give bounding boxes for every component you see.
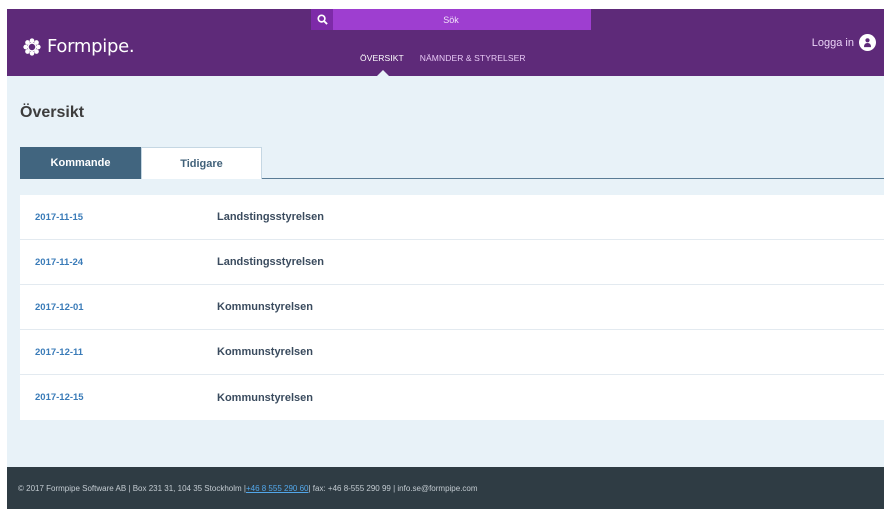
meeting-date-link[interactable]: 2017-11-24: [35, 257, 83, 268]
list-item[interactable]: 2017-11-15 Landstingsstyrelsen: [20, 195, 884, 240]
site-header: Formpipe. Sök ÖVERSIKT NÄMNDER & STYRELS…: [7, 9, 884, 76]
formpipe-logo-icon: [23, 37, 41, 56]
nav-item-namnder-styrelser[interactable]: NÄMNDER & STYRELSER: [420, 53, 526, 63]
brand-name: Formpipe.: [47, 36, 135, 57]
meeting-body[interactable]: Kommunstyrelsen: [217, 346, 313, 358]
page-frame: Formpipe. Sök ÖVERSIKT NÄMNDER & STYRELS…: [7, 9, 884, 509]
list-item[interactable]: 2017-12-15 Kommunstyrelsen: [20, 375, 884, 420]
search-button[interactable]: [311, 9, 333, 30]
meeting-date-link[interactable]: 2017-12-01: [35, 302, 84, 313]
login-link[interactable]: Logga in: [812, 34, 876, 51]
meeting-date-link[interactable]: 2017-12-11: [35, 347, 83, 358]
footer-contact: | fax: +46 8-555 290 99 | info.se@formpi…: [308, 483, 478, 493]
brand-logo[interactable]: Formpipe.: [23, 36, 135, 57]
meeting-date-link[interactable]: 2017-11-15: [35, 212, 83, 223]
search-bar[interactable]: Sök: [311, 9, 591, 30]
meeting-body[interactable]: Kommunstyrelsen: [217, 392, 313, 404]
page-title: Översikt: [20, 104, 85, 121]
meeting-body[interactable]: Kommunstyrelsen: [217, 301, 313, 313]
list-item[interactable]: 2017-11-24 Landstingsstyrelsen: [20, 240, 884, 285]
tab-bar: Kommande Tidigare: [20, 147, 884, 179]
meeting-date-link[interactable]: 2017-12-15: [35, 392, 84, 403]
meeting-body[interactable]: Landstingsstyrelsen: [217, 211, 324, 223]
site-footer: © 2017 Formpipe Software AB | Box 231 31…: [7, 467, 884, 509]
list-item[interactable]: 2017-12-01 Kommunstyrelsen: [20, 285, 884, 330]
login-label: Logga in: [811, 36, 854, 49]
user-icon: [859, 34, 876, 51]
footer-phone-link[interactable]: +46 8 555 290 60: [246, 484, 309, 493]
tab-kommande[interactable]: Kommande: [20, 147, 141, 179]
main-nav: ÖVERSIKT NÄMNDER & STYRELSER: [360, 53, 542, 63]
nav-item-oversikt[interactable]: ÖVERSIKT: [360, 53, 404, 63]
meeting-list: 2017-11-15 Landstingsstyrelsen 2017-11-2…: [20, 195, 884, 420]
tab-tidigare[interactable]: Tidigare: [141, 147, 262, 179]
list-item[interactable]: 2017-12-11 Kommunstyrelsen: [20, 330, 884, 375]
meeting-body[interactable]: Landstingsstyrelsen: [217, 256, 324, 268]
search-icon: [316, 14, 328, 25]
active-nav-indicator: [377, 70, 389, 76]
search-input[interactable]: Sök: [333, 15, 591, 25]
footer-address: © 2017 Formpipe Software AB | Box 231 31…: [18, 483, 246, 493]
